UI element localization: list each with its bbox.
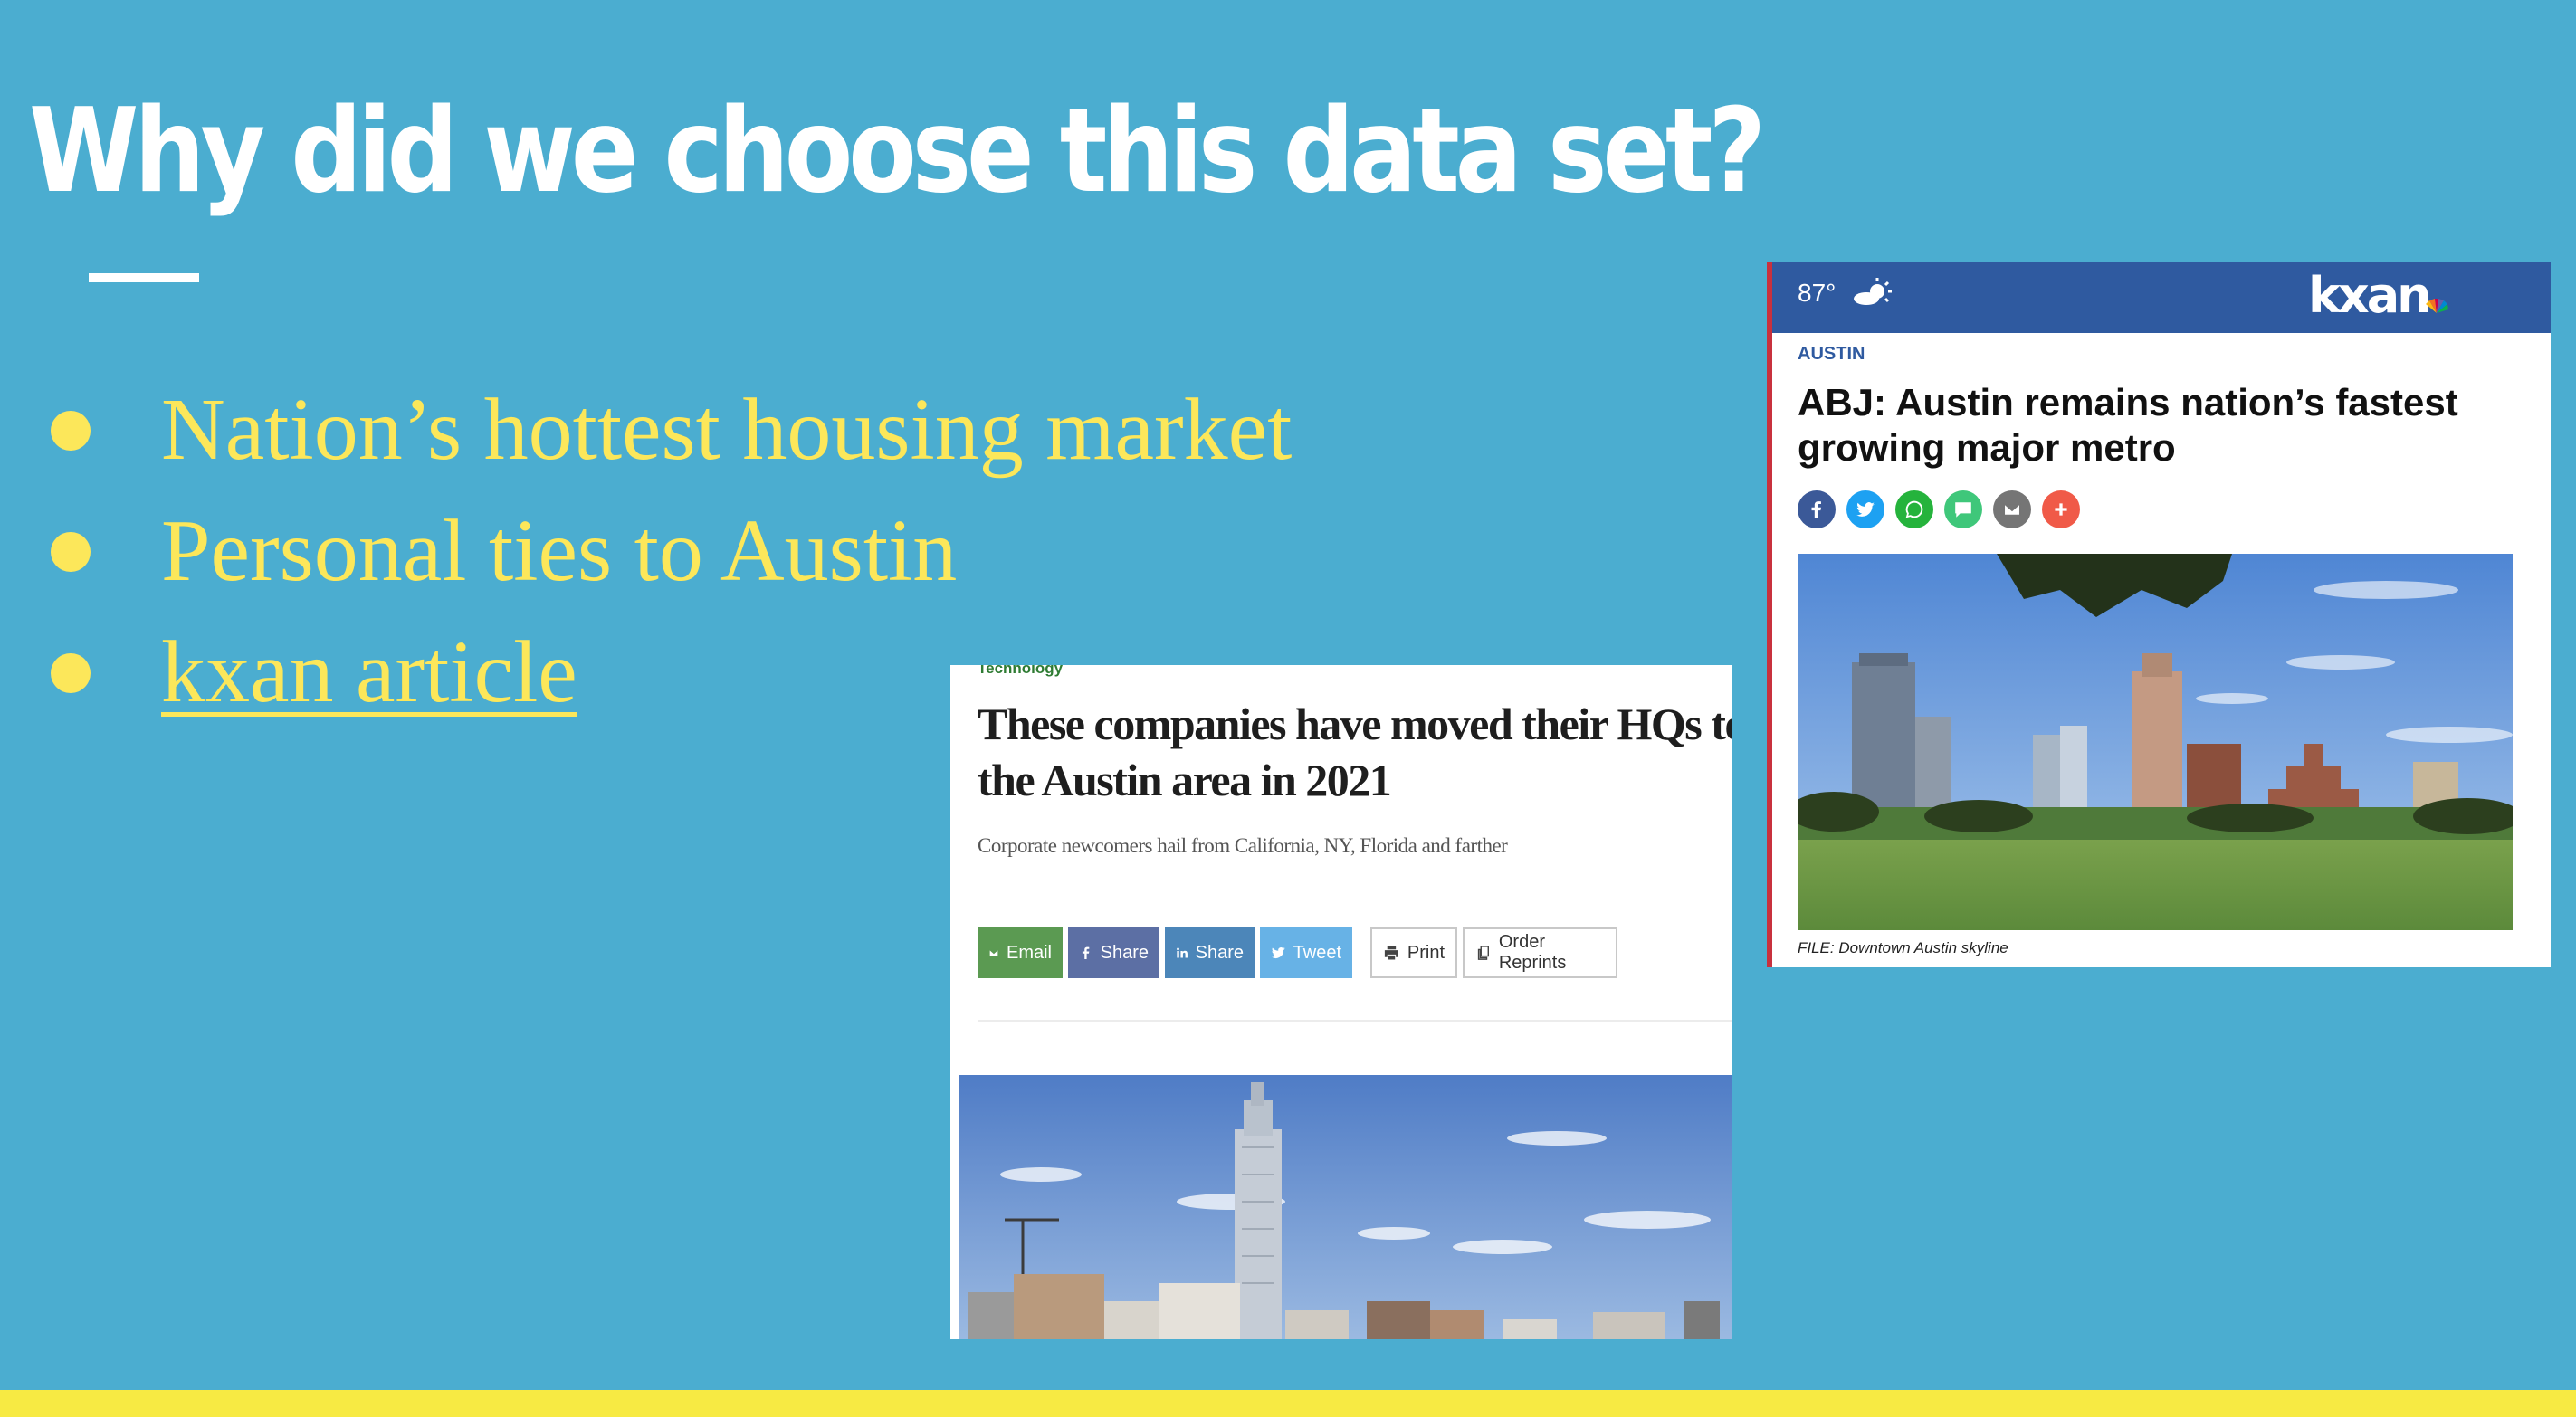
article-screenshot-kxan: 87° kxan AUSTIN ABJ: Austin remains nati… xyxy=(1767,262,2551,967)
article-subhead: Corporate newcomers hail from California… xyxy=(978,834,1508,857)
twitter-icon xyxy=(1856,502,1875,517)
tweet-label: Tweet xyxy=(1293,942,1341,963)
article-section-label: Technology xyxy=(978,665,1064,677)
bottom-accent-bar xyxy=(0,1390,2576,1417)
facebook-share-label: Share xyxy=(1100,942,1149,963)
bullet-item: Nation’s hottest housing market xyxy=(47,369,1292,490)
title-underline xyxy=(89,273,199,282)
facebook-icon xyxy=(1082,946,1090,960)
austin-skyline-photo xyxy=(959,1075,1732,1339)
email-share-label: Email xyxy=(1006,942,1052,963)
email-icon xyxy=(2003,502,2021,517)
bullet-item: Personal ties to Austin xyxy=(47,490,1292,612)
kxan-article-link[interactable]: kxan article xyxy=(161,623,577,721)
facebook-share-button[interactable]: Share xyxy=(1068,927,1159,978)
email-share-button[interactable] xyxy=(1993,490,2031,528)
photo-caption: FILE: Downtown Austin skyline xyxy=(1798,939,2008,956)
whatsapp-share-button[interactable] xyxy=(1895,490,1933,528)
temperature-readout: 87° xyxy=(1798,279,1837,307)
email-share-button[interactable]: Email xyxy=(978,927,1063,978)
bullet-text: Personal ties to Austin xyxy=(161,502,958,600)
nbc-peacock-icon xyxy=(2426,299,2448,313)
facebook-icon xyxy=(1811,501,1821,518)
divider xyxy=(978,1020,1732,1022)
article-headline: These companies have moved their HQs to … xyxy=(978,699,1732,805)
slide-title: Why did we choose this data set? xyxy=(29,84,1766,219)
twitter-icon xyxy=(1271,947,1285,958)
linkedin-icon xyxy=(1177,947,1188,958)
share-toolbar: Email Share Share Tweet Print Order Repr… xyxy=(978,927,1617,978)
bullet-dot xyxy=(51,411,91,451)
bullet-dot xyxy=(51,653,91,693)
downtown-austin-skyline-photo xyxy=(1798,554,2513,930)
kxan-header-bar: 87° kxan xyxy=(1772,262,2551,333)
linkedin-share-button[interactable]: Share xyxy=(1165,927,1255,978)
facebook-share-button[interactable] xyxy=(1798,490,1836,528)
bullet-text: Nation’s hottest housing market xyxy=(161,381,1293,479)
printer-icon xyxy=(1384,946,1398,960)
article-screenshot-hq-moves: Technology These companies have moved th… xyxy=(950,665,1732,1339)
email-icon xyxy=(988,948,999,957)
bullet-dot xyxy=(51,532,91,572)
order-reprints-label: Order Reprints xyxy=(1498,932,1567,973)
linkedin-share-label: Share xyxy=(1195,942,1244,963)
twitter-share-button[interactable] xyxy=(1846,490,1884,528)
partly-sunny-icon xyxy=(1854,278,1892,305)
social-share-row xyxy=(1798,490,2080,528)
sms-share-button[interactable] xyxy=(1944,490,1982,528)
kxan-logo: kxan xyxy=(2308,267,2432,324)
whatsapp-icon xyxy=(1905,500,1923,518)
article-section-label: AUSTIN xyxy=(1798,344,1865,364)
print-label: Print xyxy=(1407,942,1445,963)
sms-icon xyxy=(1955,502,1971,518)
more-share-button[interactable] xyxy=(2042,490,2080,528)
print-button[interactable]: Print xyxy=(1370,927,1457,978)
plus-icon xyxy=(2055,503,2067,516)
order-reprints-button[interactable]: Order Reprints xyxy=(1463,927,1617,978)
tweet-button[interactable]: Tweet xyxy=(1260,927,1352,978)
article-headline: ABJ: Austin remains nation’s fastest gro… xyxy=(1798,381,2458,469)
copy-icon xyxy=(1477,946,1490,960)
